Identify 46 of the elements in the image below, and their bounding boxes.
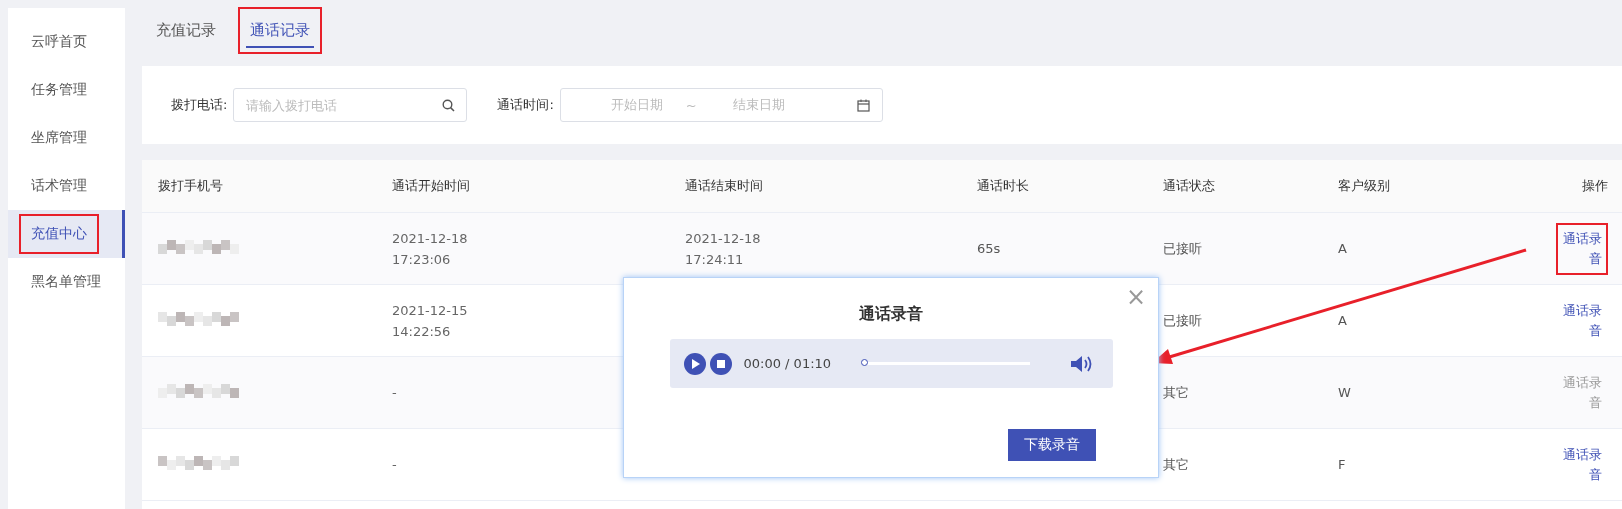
play-icon[interactable] bbox=[683, 352, 706, 375]
table-cell: 65s bbox=[977, 241, 1001, 256]
tab[interactable]: 充值记录 bbox=[152, 12, 220, 48]
table-cell: 其它 bbox=[1163, 456, 1189, 472]
field-label: 拨打电话: bbox=[171, 96, 228, 114]
table-cell-text: - bbox=[392, 456, 398, 474]
range-separator: ~ bbox=[685, 97, 697, 113]
download-button[interactable]: 下载录音 bbox=[1008, 429, 1096, 461]
table-cell: A bbox=[1338, 241, 1347, 256]
table-cell: W bbox=[1338, 385, 1351, 400]
column-header: 通话状态 bbox=[1162, 177, 1216, 195]
tab[interactable]: 通话记录 bbox=[246, 12, 314, 48]
dialog-title: 通话录音 bbox=[859, 304, 923, 325]
table-cell: F bbox=[1338, 457, 1346, 472]
sidebar-item[interactable]: 话术管理 bbox=[8, 162, 125, 210]
table-cell: A bbox=[1338, 313, 1347, 328]
column-header: 通话结束时间 bbox=[684, 177, 764, 195]
column-header: 通话开始时间 bbox=[391, 177, 471, 195]
stop-icon[interactable] bbox=[709, 352, 732, 375]
phone-search-field[interactable]: 请输入拨打电话 bbox=[233, 88, 468, 122]
table-cell-text: 2021-12-15 14:22:56 bbox=[392, 301, 469, 341]
volume-icon[interactable] bbox=[1070, 353, 1093, 374]
sidebar-item[interactable]: 任务管理 bbox=[8, 66, 125, 114]
sidebar-item[interactable]: 充值中心 bbox=[8, 210, 125, 258]
end-date-placeholder: 结束日期 bbox=[732, 96, 786, 114]
field-label: 通话时间: bbox=[497, 96, 554, 114]
progress-thumb[interactable] bbox=[861, 359, 869, 366]
recording-link[interactable]: 通话录音 bbox=[1562, 300, 1602, 341]
recording-link[interactable]: 通话录音 bbox=[1562, 444, 1602, 485]
search-icon bbox=[442, 99, 456, 112]
column-header: 操作 bbox=[1581, 177, 1609, 195]
table-cell: 已接听 bbox=[1163, 312, 1202, 328]
start-date-placeholder: 开始日期 bbox=[610, 96, 664, 114]
table-cell: 其它 bbox=[1163, 384, 1189, 400]
table-cell-text: 2021-12-18 17:23:06 bbox=[392, 229, 469, 269]
column-header: 拨打手机号 bbox=[157, 177, 224, 195]
sidebar-item[interactable]: 坐席管理 bbox=[8, 114, 125, 162]
column-header: 客户级别 bbox=[1337, 177, 1391, 195]
calendar-icon bbox=[856, 98, 870, 112]
table-cell-text: 2021-12-18 17:24:11 bbox=[685, 229, 762, 269]
table-cell: 已接听 bbox=[1163, 240, 1202, 256]
column-header: 通话时长 bbox=[976, 177, 1030, 195]
sidebar-item[interactable]: 云呼首页 bbox=[8, 18, 125, 66]
table-cell-text: - bbox=[392, 384, 398, 402]
playback-time: 00:00 / 01:10 bbox=[743, 356, 832, 371]
sidebar-item[interactable]: 黑名单管理 bbox=[8, 258, 125, 306]
